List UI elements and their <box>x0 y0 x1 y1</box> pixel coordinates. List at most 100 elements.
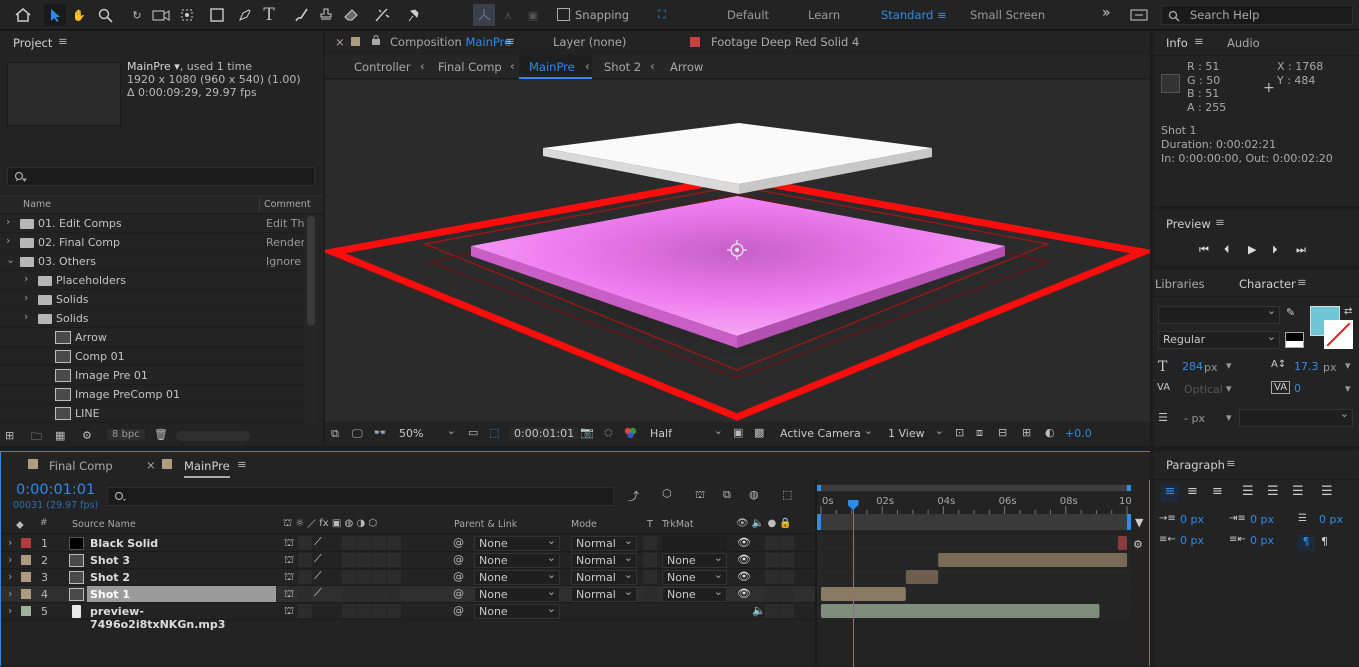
kerning-value[interactable]: Optical <box>1184 383 1223 396</box>
workspace-default[interactable]: Default <box>727 8 769 22</box>
resolution-dropdown[interactable]: Half <box>646 424 726 442</box>
paragraph-tab[interactable]: Paragraph <box>1166 458 1225 472</box>
indent-left-value[interactable]: 0 px <box>1180 513 1204 526</box>
chevron-down-icon[interactable]: ▾ <box>1345 382 1351 395</box>
shy-switch-icon[interactable]: ⛫ <box>284 604 294 619</box>
motion-blur-icon[interactable]: ◍ <box>749 488 759 501</box>
quality-switch-icon[interactable]: ⟋ <box>314 535 322 549</box>
project-item[interactable]: › Solids <box>0 309 304 328</box>
project-search-field[interactable] <box>7 167 315 186</box>
views-dropdown[interactable]: 1 View <box>884 424 947 442</box>
layer-row[interactable]: › 3 Shot 2 ⛫ ⟋ @ None Normal None 👁 <box>1 568 815 586</box>
project-item[interactable]: › Solids <box>0 290 304 309</box>
time-ruler[interactable]: 0s 02s 04s 06s 08s 10s <box>817 492 1131 514</box>
toggle-pixel-aspect-icon[interactable]: ⊡ <box>955 426 964 439</box>
crumb-final-comp[interactable]: Final Comp <box>438 60 502 74</box>
paragraph-menu-icon[interactable]: ≡ <box>1226 456 1236 470</box>
viewer-timecode[interactable]: 0:00:01:01 <box>510 427 579 440</box>
close-tab-icon[interactable]: × <box>335 35 345 49</box>
audio-tab[interactable]: Audio <box>1227 36 1260 50</box>
visibility-eye-icon[interactable]: 👁 <box>737 570 751 583</box>
switch-box[interactable] <box>387 570 401 584</box>
shy-switch-icon[interactable]: ⛫ <box>284 536 294 551</box>
switch-box[interactable] <box>298 536 312 550</box>
pick-whip-icon[interactable]: @ <box>453 604 464 617</box>
interpret-footage-icon[interactable]: ⊞ <box>5 429 14 442</box>
project-item[interactable]: ⌄ 03. Others Ignore <box>0 252 304 271</box>
switch-box[interactable] <box>342 553 356 567</box>
chevron-right-icon[interactable]: › <box>24 310 28 323</box>
crumb-controller[interactable]: Controller <box>354 60 411 74</box>
switch-box[interactable] <box>780 570 794 584</box>
switch-box[interactable] <box>372 536 386 550</box>
time-navigator-bar[interactable] <box>817 485 1131 491</box>
comp-canvas[interactable] <box>325 80 1150 422</box>
bit-depth-button[interactable]: 8 bpc <box>107 429 145 440</box>
comment-column-header[interactable]: Comment <box>264 199 311 210</box>
switch-box[interactable] <box>357 587 371 601</box>
3d-glasses-icon[interactable]: 👓 <box>373 426 387 439</box>
switch-box[interactable] <box>387 553 401 567</box>
toggle-graph-icon[interactable]: ⚙ <box>1133 538 1143 551</box>
libraries-tab[interactable]: Libraries <box>1155 277 1205 291</box>
switch-box[interactable] <box>342 570 356 584</box>
source-name-header[interactable]: Source Name <box>72 519 136 530</box>
comp-marker-bin-icon[interactable]: ▼ <box>1135 516 1143 529</box>
align-left-icon[interactable]: ≡ <box>1161 484 1179 502</box>
parent-dropdown[interactable]: None <box>474 568 560 585</box>
layer-duration-bar[interactable] <box>821 604 1100 618</box>
always-preview-icon[interactable]: ⧉ <box>331 427 339 441</box>
switch-box[interactable] <box>342 536 356 550</box>
justify-last-right-icon[interactable]: ☰ <box>1292 484 1304 499</box>
project-scrollbar[interactable] <box>304 214 319 424</box>
switch-box[interactable] <box>298 570 312 584</box>
chevron-right-icon[interactable]: › <box>8 570 12 583</box>
first-line-indent-value[interactable]: 0 px <box>1319 513 1343 526</box>
work-area-bar[interactable] <box>817 514 1131 530</box>
frame-blending-icon[interactable]: ⧉ <box>723 488 731 502</box>
leading-value[interactable]: 17.3 <box>1294 360 1319 373</box>
chevron-down-icon[interactable]: ▾ <box>1226 411 1232 424</box>
layer-label-swatch[interactable] <box>21 572 31 582</box>
camera-dropdown[interactable]: Active Camera <box>776 424 876 442</box>
project-item[interactable]: Arrow <box>0 328 304 347</box>
flowchart-icon[interactable]: ⊞ <box>1022 426 1031 439</box>
lock-icon[interactable] <box>371 34 381 46</box>
timeline-search-field[interactable] <box>107 487 614 506</box>
preserve-transparency-box[interactable] <box>643 553 657 567</box>
chevron-down-icon[interactable]: ▾ <box>1226 359 1232 372</box>
font-size-value[interactable]: 284 <box>1182 360 1203 373</box>
timeline-menu-icon[interactable]: ≡ <box>237 457 247 471</box>
switch-box[interactable] <box>765 553 779 567</box>
switch-box[interactable] <box>342 604 356 618</box>
quality-switch-icon[interactable]: ⟋ <box>314 586 322 600</box>
switch-box[interactable] <box>372 604 386 618</box>
project-panel-menu-icon[interactable]: ≡ <box>58 34 68 48</box>
font-family-dropdown[interactable] <box>1158 304 1280 324</box>
indent-right-value[interactable]: 0 px <box>1180 534 1204 547</box>
switch-box[interactable] <box>387 604 401 618</box>
rotate-tool-icon[interactable]: ↻ <box>126 4 148 26</box>
view-axis-mode-icon[interactable]: ▣ <box>522 4 544 26</box>
switch-box[interactable] <box>387 536 401 550</box>
project-item[interactable]: Comp 01 <box>0 347 304 366</box>
composition-tab[interactable]: Composition MainPre <box>390 35 511 49</box>
timeline-icon[interactable]: ⊟ <box>998 426 1007 439</box>
project-item[interactable]: › Placeholders <box>0 271 304 290</box>
pick-whip-icon[interactable]: @ <box>453 587 464 600</box>
pen-tool-icon[interactable] <box>234 4 256 26</box>
region-of-interest-icon[interactable]: ▣ <box>733 426 743 439</box>
white-black-swatch[interactable] <box>1285 332 1304 348</box>
layer-row[interactable]: › 5 preview-7496o2i8txNKGn.mp3 ⛫ @ None 🔈 <box>1 602 815 631</box>
visibility-eye-icon[interactable]: 👁 <box>737 553 751 566</box>
mode-header[interactable]: Mode <box>571 519 597 530</box>
swap-colors-icon[interactable]: ⇄ <box>1344 306 1352 317</box>
layer-name[interactable]: preview-7496o2i8txNKGn.mp3 <box>87 603 276 631</box>
switch-box[interactable] <box>765 570 779 584</box>
home-icon[interactable] <box>12 4 34 26</box>
font-style-dropdown[interactable]: Regular <box>1158 329 1280 349</box>
draft-3d-icon[interactable]: ⬡ <box>662 487 672 500</box>
info-tab[interactable]: Info <box>1166 36 1188 50</box>
stroke-color-swatch[interactable] <box>1324 320 1353 349</box>
monitor-icon[interactable]: 🖵 <box>352 427 363 441</box>
